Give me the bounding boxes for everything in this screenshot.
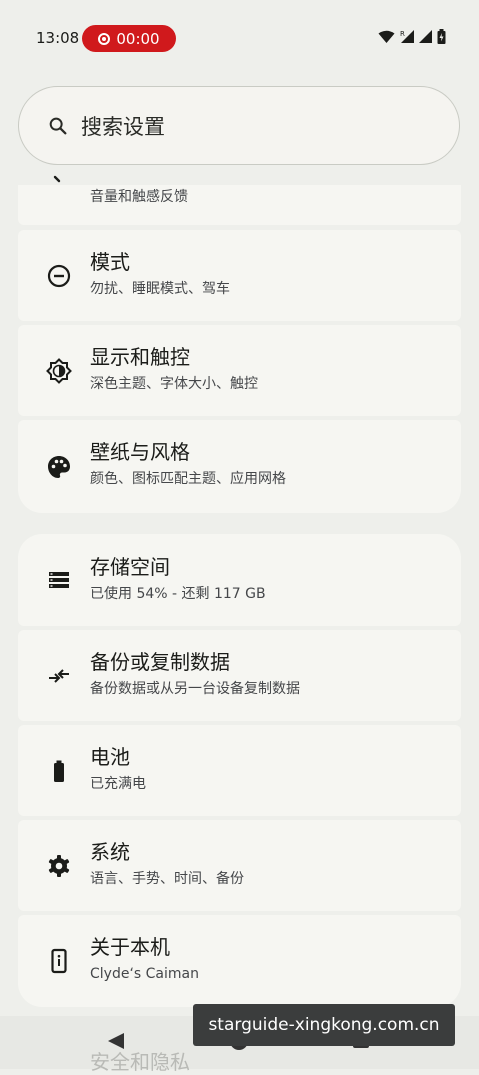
settings-item-system-subtitle: 语言、手势、时间、备份 [90,871,244,887]
settings-item-display[interactable]: 显示和触控 深色主题、字体大小、触控 [18,325,461,416]
settings-item-display-title: 显示和触控 [90,345,190,369]
gear-icon [46,853,72,879]
status-icons: R [378,29,446,44]
settings-item-modes[interactable]: 模式 勿扰、睡眠模式、驾车 [18,230,461,321]
settings-item-storage[interactable]: 存储空间 已使用 54% - 还剩 117 GB [18,534,461,626]
settings-item-storage-subtitle: 已使用 54% - 还剩 117 GB [90,586,266,602]
search-icon [49,117,67,134]
display-brightness-icon [46,357,72,384]
status-time: 13:08 [36,29,80,47]
settings-item-display-subtitle: 深色主题、字体大小、触控 [90,376,258,392]
settings-item-wallpaper-subtitle: 颜色、图标匹配主题、应用网格 [90,471,286,487]
settings-item-security-peek: 安全和隐私 [90,1050,190,1074]
settings-item-storage-title: 存储空间 [90,555,170,579]
settings-item-system[interactable]: 系统 语言、手势、时间、备份 [18,820,461,911]
settings-item-wallpaper-title: 壁纸与风格 [90,440,190,464]
settings-item-battery[interactable]: 电池 已充满电 [18,725,461,816]
search-bar[interactable]: 搜索设置 [18,86,460,165]
screen-recording-indicator[interactable]: 00:00 [82,25,176,52]
battery-icon [46,758,72,784]
settings-item-battery-title: 电池 [90,745,130,769]
storage-icon [46,567,72,593]
backup-transfer-icon [46,663,72,689]
record-icon [98,32,111,45]
battery-charging-icon [437,29,446,44]
settings-item-modes-title: 模式 [90,250,130,274]
signal-icon [419,30,432,43]
settings-item-backup-title: 备份或复制数据 [90,650,230,674]
status-bar: 13:08 00:00 R [0,0,479,76]
signal-roaming-icon: R [400,30,414,43]
do-not-disturb-icon [46,263,72,289]
watermark: starguide-xingkong.com.cn [193,1004,455,1046]
svg-text:R: R [400,30,405,38]
settings-item-battery-subtitle: 已充满电 [90,776,146,792]
sound-icon [53,175,61,183]
settings-item-sound-subtitle: 音量和触感反馈 [90,189,188,205]
settings-item-system-title: 系统 [90,840,130,864]
settings-item-backup[interactable]: 备份或复制数据 备份数据或从另一台设备复制数据 [18,630,461,721]
wifi-icon [378,30,395,43]
settings-item-about-title: 关于本机 [90,935,170,959]
search-placeholder: 搜索设置 [81,114,165,139]
settings-item-modes-subtitle: 勿扰、睡眠模式、驾车 [90,281,230,297]
settings-item-sound[interactable]: 音量和触感反馈 [18,175,461,225]
palette-icon [46,454,72,480]
settings-item-about[interactable]: 关于本机 Clyde‘s Caiman [18,915,461,1007]
recording-timer: 00:00 [116,29,160,48]
settings-item-about-subtitle: Clyde‘s Caiman [90,966,199,982]
settings-item-wallpaper[interactable]: 壁纸与风格 颜色、图标匹配主题、应用网格 [18,420,461,513]
device-info-icon [46,948,72,974]
settings-item-backup-subtitle: 备份数据或从另一台设备复制数据 [90,681,300,697]
